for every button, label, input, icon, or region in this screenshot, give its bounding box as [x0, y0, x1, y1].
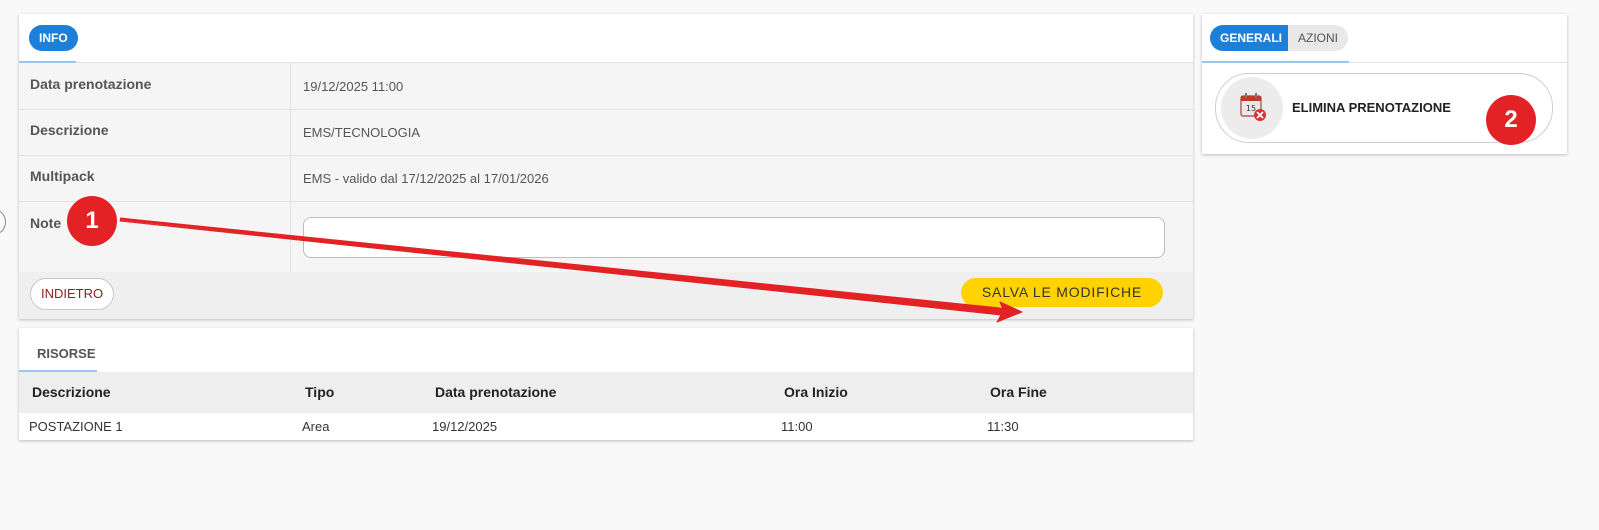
delete-booking-label: ELIMINA PRENOTAZIONE	[1292, 100, 1451, 115]
cell-ora-fine: 11:30	[987, 419, 1019, 434]
table-row[interactable]: POSTAZIONE 1 Area 19/12/2025 11:00 11:30	[19, 413, 1193, 440]
note-textarea[interactable]	[303, 217, 1165, 258]
label-data-prenotazione: Data prenotazione	[30, 76, 152, 92]
tab-azioni[interactable]: AZIONI	[1288, 25, 1349, 51]
cell-tipo: Area	[302, 419, 330, 434]
col-data-prenotazione: Data prenotazione	[435, 384, 557, 400]
annotation-badge-1: 1	[67, 196, 117, 246]
form-footer: INDIETRO SALVA LE MODIFICHE	[19, 272, 1193, 319]
risorse-panel: RISORSE Descrizione Tipo Data prenotazio…	[19, 328, 1193, 440]
label-note: Note	[30, 215, 62, 231]
tab-generali[interactable]: GENERALI	[1210, 25, 1293, 51]
row-data-prenotazione: Data prenotazione 19/12/2025 11:00	[19, 63, 1193, 110]
risorse-title: RISORSE	[37, 346, 96, 361]
col-tipo: Tipo	[305, 384, 335, 400]
cell-ora-inizio: 11:00	[781, 419, 813, 434]
edge-control[interactable]	[0, 210, 6, 234]
row-descrizione: Descrizione EMS/TECNOLOGIA	[19, 110, 1193, 156]
value-multipack: EMS - valido dal 17/12/2025 al 17/01/202…	[303, 171, 549, 186]
row-note: Note	[19, 202, 1193, 272]
col-ora-fine: Ora Fine	[990, 384, 1047, 400]
tab-info[interactable]: INFO	[29, 25, 78, 51]
info-panel: INFO Data prenotazione 19/12/2025 11:00 …	[19, 14, 1193, 319]
calendar-delete-icon: 15	[1221, 77, 1283, 139]
back-button[interactable]: INDIETRO	[30, 278, 115, 310]
save-button[interactable]: SALVA LE MODIFICHE	[961, 278, 1163, 307]
label-multipack: Multipack	[30, 168, 95, 184]
cell-data: 19/12/2025	[432, 419, 498, 434]
value-descrizione: EMS/TECNOLOGIA	[303, 125, 421, 140]
side-header: GENERALI AZIONI	[1202, 14, 1567, 63]
table-header: Descrizione Tipo Data prenotazione Ora I…	[19, 372, 1193, 413]
row-multipack: Multipack EMS - valido dal 17/12/2025 al…	[19, 156, 1193, 202]
label-descrizione: Descrizione	[30, 122, 109, 138]
annotation-badge-2: 2	[1486, 95, 1536, 145]
info-header: INFO	[19, 14, 1193, 63]
col-descrizione: Descrizione	[32, 384, 111, 400]
value-data-prenotazione: 19/12/2025 11:00	[303, 79, 404, 94]
col-ora-inizio: Ora Inizio	[784, 384, 848, 400]
side-tab-underline	[1202, 61, 1349, 63]
cell-descrizione: POSTAZIONE 1	[29, 419, 123, 434]
svg-text:15: 15	[1246, 104, 1256, 113]
